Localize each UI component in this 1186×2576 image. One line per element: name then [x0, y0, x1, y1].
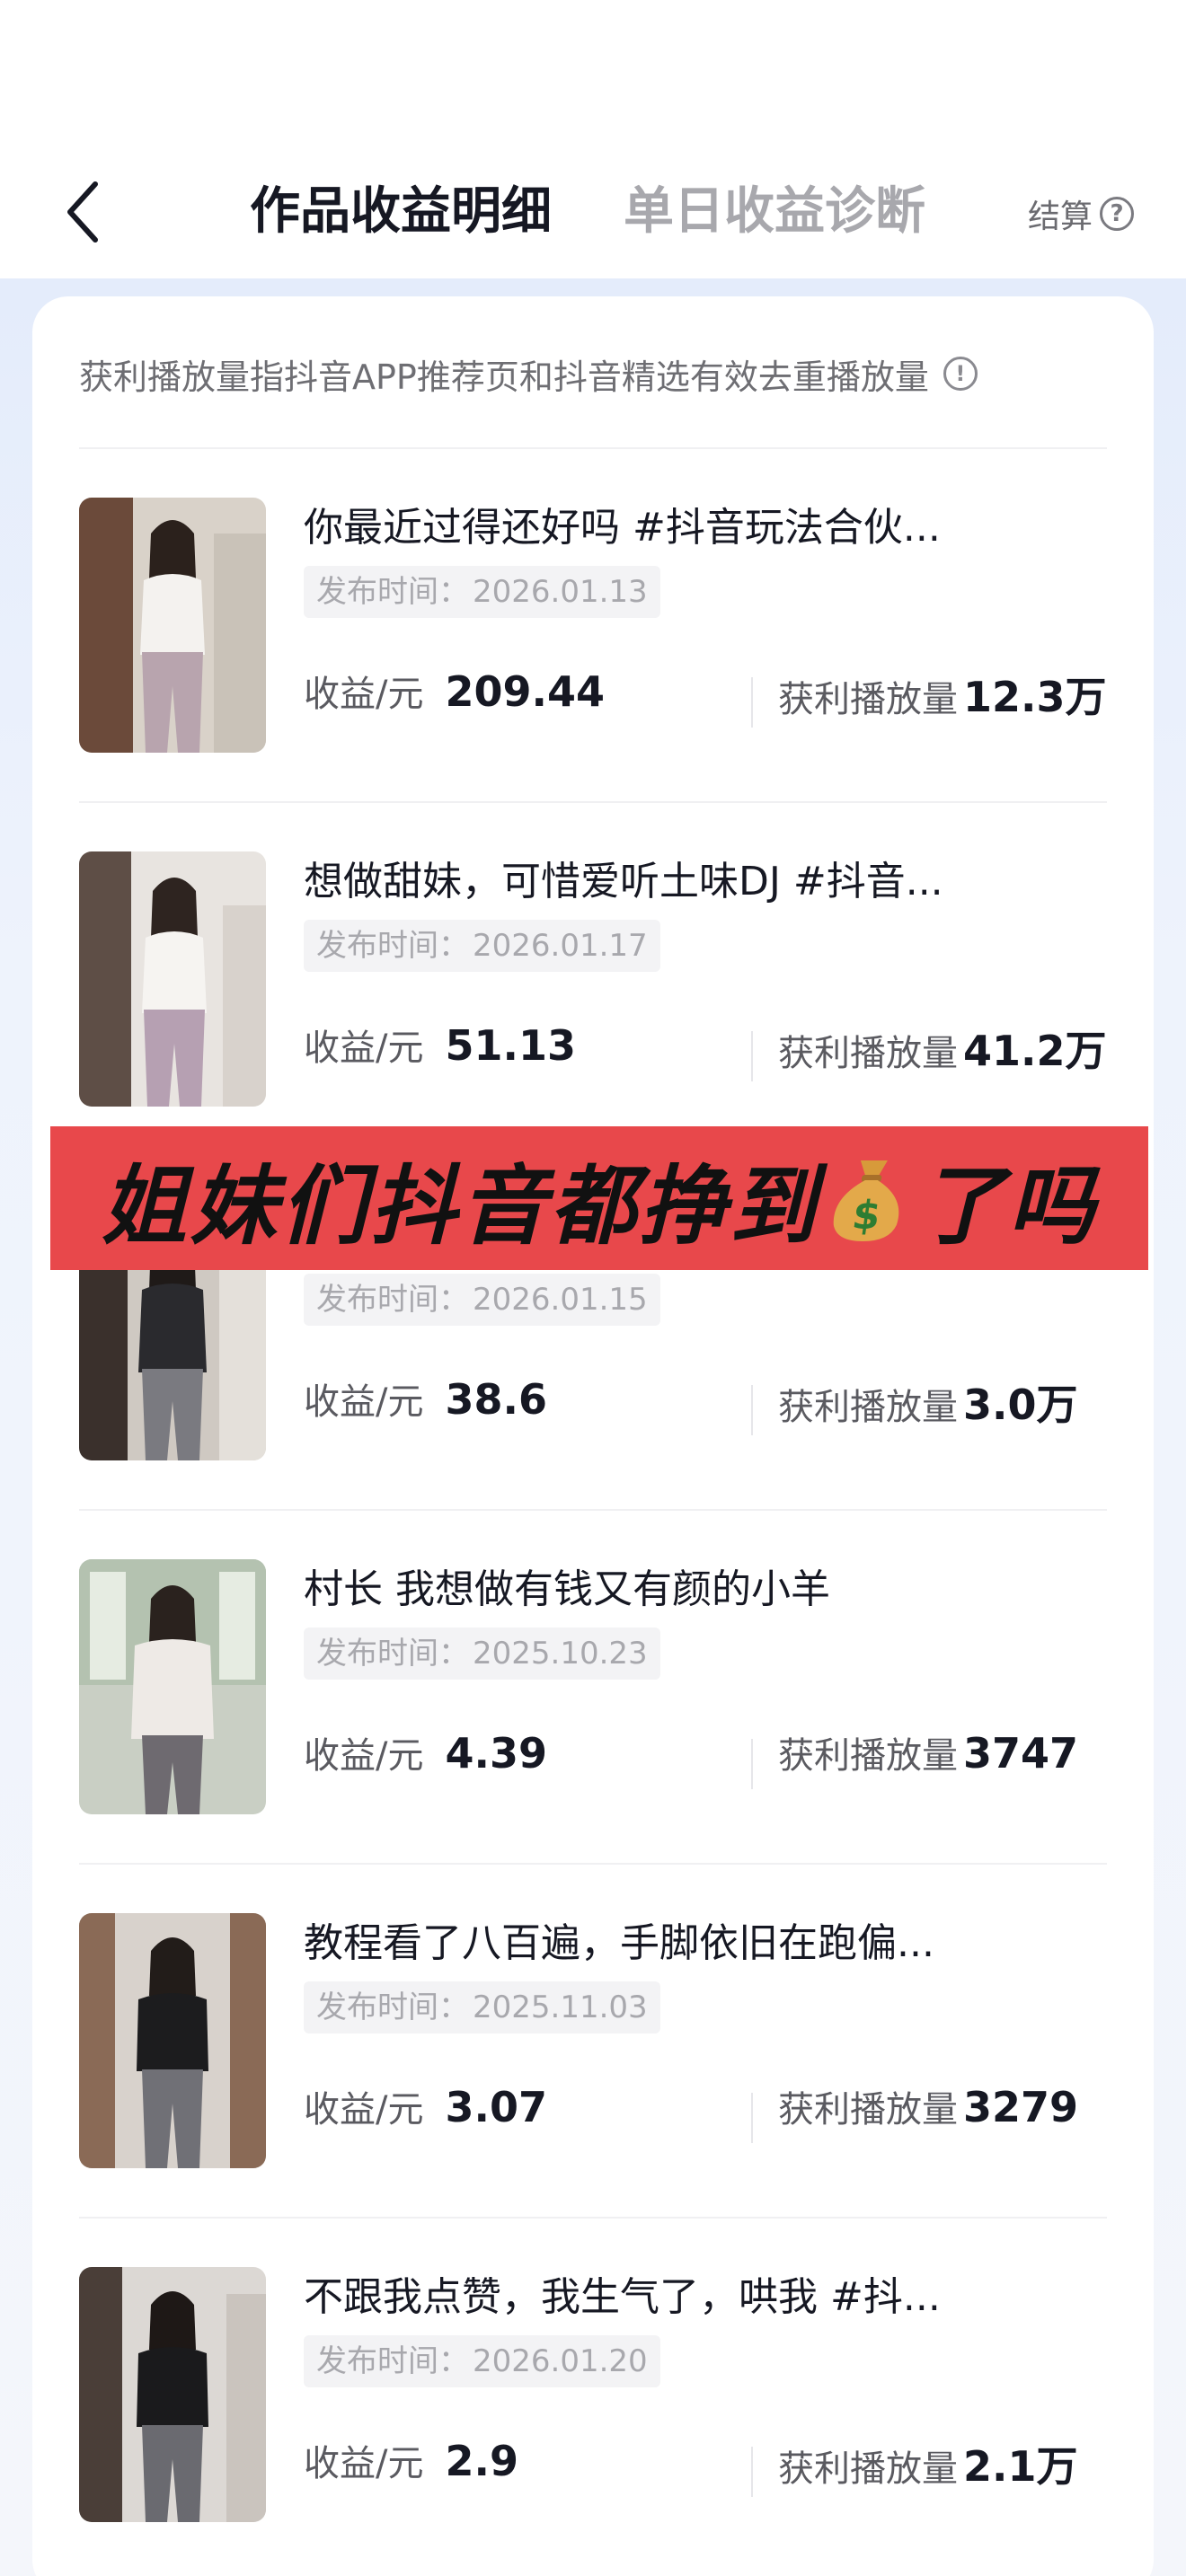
plays-value: 3.0万: [963, 1381, 1078, 1429]
notice-row: 获利播放量指抖音APP推荐页和抖音精选有效去重播放量 !: [79, 348, 978, 399]
plays-value: 3279: [963, 2083, 1079, 2131]
revenue-stat: 收益/元 38.6: [304, 1372, 547, 1444]
revenue-stat: 收益/元 2.9: [304, 2434, 518, 2506]
plays-label: 获利播放量: [778, 1735, 958, 1777]
video-thumbnail[interactable]: [79, 1559, 266, 1814]
chevron-left-icon: [67, 181, 98, 243]
video-title: 你最近过得还好吗 #抖音玩法合伙...: [304, 505, 941, 551]
money-bag-icon: $: [822, 1153, 916, 1243]
plays-stat: 获利播放量 3279: [778, 2080, 1078, 2152]
list-item[interactable]: 教程看了八百遍，手脚依旧在跑偏... 发布时间： 2025.11.03 收益/元 …: [79, 1865, 1107, 2219]
video-thumbnail[interactable]: [79, 851, 266, 1107]
video-title: 想做甜妹，可惜爱听土味DJ #抖音...: [304, 859, 943, 904]
info-circle-icon[interactable]: !: [943, 357, 978, 391]
publish-date-label: 发布时间：: [316, 2343, 469, 2379]
list-item[interactable]: 不跟我点赞，我生气了，哄我 #抖... 发布时间： 2026.01.20 收益/元…: [79, 2219, 1107, 2572]
stat-divider: [751, 1739, 753, 1789]
tab-daily-revenue-diagnosis[interactable]: 单日收益诊断: [624, 176, 925, 248]
plays-stat: 获利播放量 3.0万: [778, 1372, 1078, 1444]
publish-date-value: 2026.01.20: [473, 2343, 648, 2379]
settlement-label: 结算: [1028, 198, 1093, 235]
plays-value: 2.1万: [963, 2442, 1078, 2491]
revenue-label: 收益/元: [304, 1028, 424, 1069]
plays-stat: 获利播放量 41.2万: [778, 1019, 1107, 1090]
stat-divider: [751, 2093, 753, 2143]
plays-label: 获利播放量: [778, 1387, 958, 1428]
stat-divider: [751, 677, 753, 728]
publish-date-value: 2026.01.13: [473, 574, 648, 610]
publish-date-value: 2025.10.23: [473, 1636, 648, 1672]
revenue-value: 4.39: [445, 1729, 547, 1778]
revenue-label: 收益/元: [304, 1381, 424, 1423]
publish-date-label: 发布时间：: [316, 1989, 469, 2025]
revenue-value: 51.13: [445, 1021, 576, 1070]
plays-label: 获利播放量: [778, 2448, 958, 2490]
video-revenue-list: 你最近过得还好吗 #抖音玩法合伙... 发布时间： 2026.01.13 收益/元…: [79, 449, 1107, 2572]
plays-label: 获利播放量: [778, 679, 958, 720]
stat-divider: [751, 2447, 753, 2497]
question-circle-icon: ?: [1100, 197, 1135, 231]
caption-banner: 姐妹们抖音都挣到 $ 了吗: [50, 1126, 1148, 1270]
publish-date-tag: 发布时间： 2026.01.17: [304, 920, 660, 972]
video-thumbnail[interactable]: [79, 2267, 266, 2522]
publish-date-tag: 发布时间： 2025.10.23: [304, 1628, 660, 1680]
list-item[interactable]: 你最近过得还好吗 #抖音玩法合伙... 发布时间： 2026.01.13 收益/元…: [79, 449, 1107, 803]
revenue-label: 收益/元: [304, 2089, 424, 2130]
publish-date-value: 2025.11.03: [473, 1989, 648, 2025]
revenue-stat: 收益/元 209.44: [304, 665, 605, 737]
video-title: 教程看了八百遍，手脚依旧在跑偏...: [304, 1920, 934, 1966]
banner-text-before: 姐妹们抖音都挣到: [101, 1155, 819, 1257]
publish-date-value: 2026.01.17: [473, 928, 648, 964]
video-thumbnail[interactable]: [79, 498, 266, 753]
publish-date-tag: 发布时间： 2026.01.13: [304, 566, 660, 618]
revenue-stat: 收益/元 4.39: [304, 1726, 547, 1798]
publish-date-tag: 发布时间： 2025.11.03: [304, 1981, 660, 2033]
top-nav-bar: 作品收益明细 单日收益诊断 结算 ?: [0, 0, 1186, 278]
settlement-button[interactable]: 结算 ?: [1028, 189, 1135, 239]
revenue-value: 209.44: [445, 667, 605, 716]
page: 作品收益明细 单日收益诊断 结算 ? 获利播放量指抖音APP推荐页和抖音精选有效…: [0, 0, 1186, 2576]
list-item[interactable]: 村长 我想做有钱又有颜的小羊 发布时间： 2025.10.23 收益/元 4.39…: [79, 1511, 1107, 1865]
revenue-label: 收益/元: [304, 674, 424, 715]
publish-date-value: 2026.01.15: [473, 1282, 648, 1318]
plays-label: 获利播放量: [778, 2089, 958, 2130]
notice-text: 获利播放量指抖音APP推荐页和抖音精选有效去重播放量: [79, 357, 929, 397]
publish-date-tag: 发布时间： 2026.01.20: [304, 2335, 660, 2387]
plays-value: 41.2万: [963, 1027, 1107, 1075]
revenue-value: 3.07: [445, 2083, 547, 2131]
plays-value: 3747: [963, 1729, 1079, 1778]
plays-stat: 获利播放量 3747: [778, 1726, 1078, 1798]
video-title: 不跟我点赞，我生气了，哄我 #抖...: [304, 2274, 941, 2320]
publish-date-label: 发布时间：: [316, 928, 469, 964]
revenue-card: 获利播放量指抖音APP推荐页和抖音精选有效去重播放量 ! 你最近过得还好吗 #抖…: [32, 296, 1154, 2576]
publish-date-label: 发布时间：: [316, 1282, 469, 1318]
revenue-value: 2.9: [445, 2437, 518, 2485]
video-title: 村长 我想做有钱又有颜的小羊: [304, 1566, 830, 1612]
revenue-stat: 收益/元 3.07: [304, 2080, 547, 2152]
video-thumbnail[interactable]: [79, 1913, 266, 2168]
plays-value: 12.3万: [963, 673, 1107, 721]
publish-date-label: 发布时间：: [316, 1636, 469, 1672]
back-button[interactable]: [58, 176, 108, 248]
tab-work-revenue-detail[interactable]: 作品收益明细: [250, 176, 552, 248]
stat-divider: [751, 1031, 753, 1081]
list-item[interactable]: 想做甜妹，可惜爱听土味DJ #抖音... 发布时间： 2026.01.17 收益/…: [79, 803, 1107, 1157]
plays-label: 获利播放量: [778, 1033, 958, 1074]
banner-text-after: 了吗: [918, 1155, 1098, 1257]
revenue-stat: 收益/元 51.13: [304, 1019, 576, 1090]
plays-stat: 获利播放量 12.3万: [778, 665, 1107, 737]
publish-date-tag: 发布时间： 2026.01.15: [304, 1274, 660, 1326]
revenue-value: 38.6: [445, 1375, 547, 1424]
publish-date-label: 发布时间：: [316, 574, 469, 610]
revenue-label: 收益/元: [304, 2443, 424, 2484]
plays-stat: 获利播放量 2.1万: [778, 2434, 1078, 2506]
revenue-label: 收益/元: [304, 1735, 424, 1777]
stat-divider: [751, 1385, 753, 1435]
